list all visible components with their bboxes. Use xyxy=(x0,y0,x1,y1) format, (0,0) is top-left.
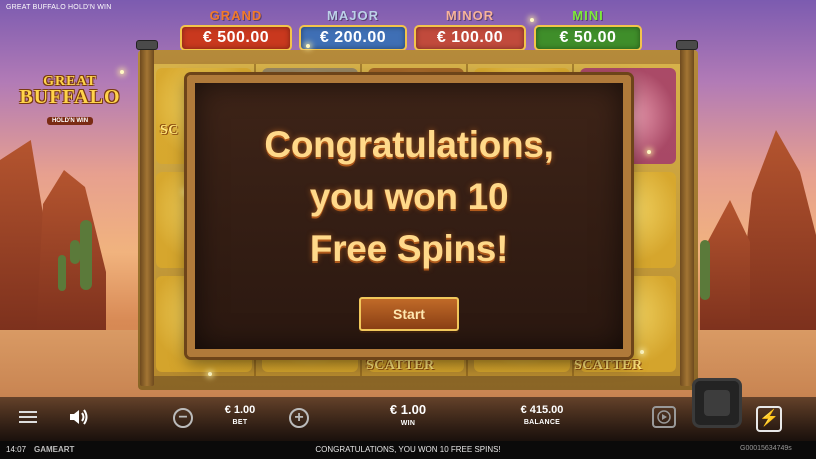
sparkle xyxy=(640,350,644,354)
game-title: GREAT BUFFALO HOLD'N WIN xyxy=(6,4,112,11)
jackpot-major-value: € 200.00 xyxy=(299,25,407,51)
scatter-label-left: SC xyxy=(160,123,179,138)
jackpot-minor-value: € 100.00 xyxy=(414,25,526,51)
status-message: CONGRATULATIONS, YOU WON 10 FREE SPINS! xyxy=(315,445,501,454)
sparkle xyxy=(647,150,651,154)
increase-bet-button[interactable]: + xyxy=(289,408,309,428)
scatter-label-bottom-right: SCATTER xyxy=(574,358,643,373)
modal-message: Congratulations, you won 10 Free Spins! xyxy=(264,124,554,269)
sparkle xyxy=(208,372,212,376)
jackpot-major-label: MAJOR xyxy=(327,8,379,23)
win-label: WIN xyxy=(400,420,416,427)
logo-line-holdnwin: HOLD'N WIN xyxy=(46,117,94,125)
free-spins-modal: Congratulations, you won 10 Free Spins! … xyxy=(187,75,631,357)
scatter-label-bottom-center: SCATTER xyxy=(366,358,435,373)
bet-value: € 1.00 xyxy=(224,404,256,416)
start-button[interactable]: Start xyxy=(359,297,459,331)
cactus-right-small xyxy=(58,255,66,291)
cactus-left xyxy=(80,220,92,290)
jackpot-major: MAJOR € 200.00 xyxy=(299,8,407,52)
fence-cap-left xyxy=(136,40,158,50)
jackpot-mini-value: € 50.00 xyxy=(534,25,642,51)
jackpot-mini: MINI € 50.00 xyxy=(534,8,642,52)
spin-button-face xyxy=(704,390,730,416)
jackpot-minor: MINOR € 100.00 xyxy=(414,8,526,52)
jackpot-grand: GRAND € 500.00 xyxy=(180,8,292,52)
fence-post-right xyxy=(680,46,694,386)
fence-post-left xyxy=(140,46,154,386)
jackpot-grand-value: € 500.00 xyxy=(180,25,292,51)
jackpot-mini-label: MINI xyxy=(572,8,604,23)
jackpot-minor-label: MINOR xyxy=(445,8,495,23)
autoplay-icon[interactable] xyxy=(652,406,676,428)
balance-value: € 415.00 xyxy=(520,404,564,416)
game-logo: GREAT BUFFALO HOLD'N WIN xyxy=(10,74,130,126)
logo-line-buffalo: BUFFALO xyxy=(19,86,121,108)
mesa-rock-left xyxy=(0,140,44,340)
sparkle xyxy=(530,18,534,22)
round-id: G00015634749s xyxy=(740,445,792,452)
cactus-right xyxy=(700,240,710,300)
sparkle xyxy=(306,44,310,48)
speaker-icon[interactable] xyxy=(68,407,90,427)
decrease-bet-button[interactable]: − xyxy=(173,408,193,428)
jackpot-grand-label: GRAND xyxy=(209,8,263,23)
fence-cap-right xyxy=(676,40,698,50)
win-value: € 1.00 xyxy=(389,402,427,417)
lightning-icon[interactable]: ⚡ xyxy=(756,406,782,432)
sparkle xyxy=(120,70,124,74)
bet-label: BET xyxy=(232,419,248,426)
cactus-left-arm xyxy=(70,240,80,264)
spin-button[interactable] xyxy=(692,378,742,428)
balance-label: BALANCE xyxy=(523,419,561,426)
menu-icon[interactable] xyxy=(18,409,38,425)
